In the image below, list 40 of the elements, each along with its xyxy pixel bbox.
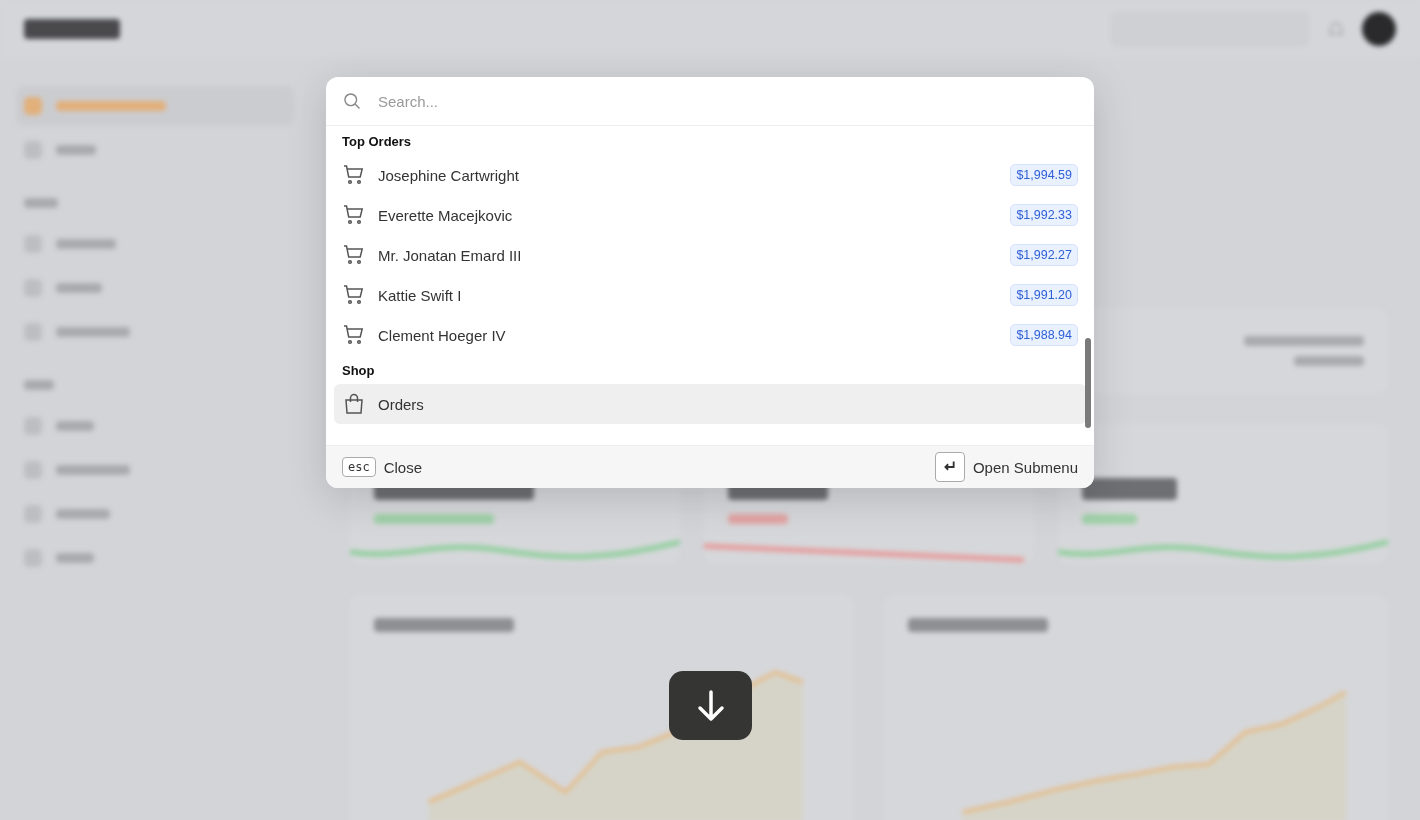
price-badge: $1,992.33 — [1010, 204, 1078, 226]
blurred-text — [1294, 356, 1364, 366]
footer-label: Close — [383, 458, 423, 476]
shopping-bag-icon — [342, 392, 366, 416]
price-badge: $1,994.59 — [1010, 164, 1078, 186]
result-item[interactable]: Everette Macejkovic $1,992.33 — [334, 195, 1086, 235]
price-badge: $1,992.27 — [1010, 244, 1078, 266]
blurred-text — [56, 145, 96, 155]
blurred-text — [56, 283, 102, 293]
section-heading: Top Orders — [341, 133, 413, 151]
result-item[interactable]: Josephine Cartwright $1,994.59 — [334, 155, 1086, 195]
blurred-text — [24, 380, 54, 390]
cart-icon — [342, 163, 366, 187]
blurred-text — [56, 421, 94, 431]
result-item[interactable]: Mr. Jonatan Emard III $1,992.27 — [334, 235, 1086, 275]
return-key-icon — [934, 452, 965, 482]
blurred-trend — [728, 514, 788, 524]
search-input[interactable]: Search... — [376, 91, 1078, 111]
blurred-text — [56, 509, 110, 519]
download-button[interactable] — [669, 671, 752, 740]
price-badge: $1,991.20 — [1010, 284, 1078, 306]
cart-icon — [342, 323, 366, 347]
search-icon — [342, 91, 362, 111]
cart-icon — [342, 203, 366, 227]
section-heading: Shop — [341, 362, 376, 380]
footer-label: Open Submenu — [972, 458, 1078, 476]
nav-icon — [24, 97, 42, 115]
result-item[interactable]: Kattie Swift I $1,991.20 — [334, 275, 1086, 315]
scrollbar[interactable] — [1085, 338, 1091, 428]
avatar[interactable] — [1362, 12, 1396, 46]
result-item[interactable]: Orders — [334, 384, 1086, 424]
key-hint: esc — [342, 457, 376, 477]
cart-icon — [342, 283, 366, 307]
blurred-text — [56, 553, 94, 563]
cart-icon — [342, 243, 366, 267]
price-badge: $1,988.94 — [1010, 324, 1078, 346]
result-item[interactable]: Clement Hoeger IV $1,988.94 — [334, 315, 1086, 355]
blurred-text — [56, 239, 116, 249]
blurred-trend — [1082, 514, 1137, 524]
blurred-text — [24, 198, 58, 208]
